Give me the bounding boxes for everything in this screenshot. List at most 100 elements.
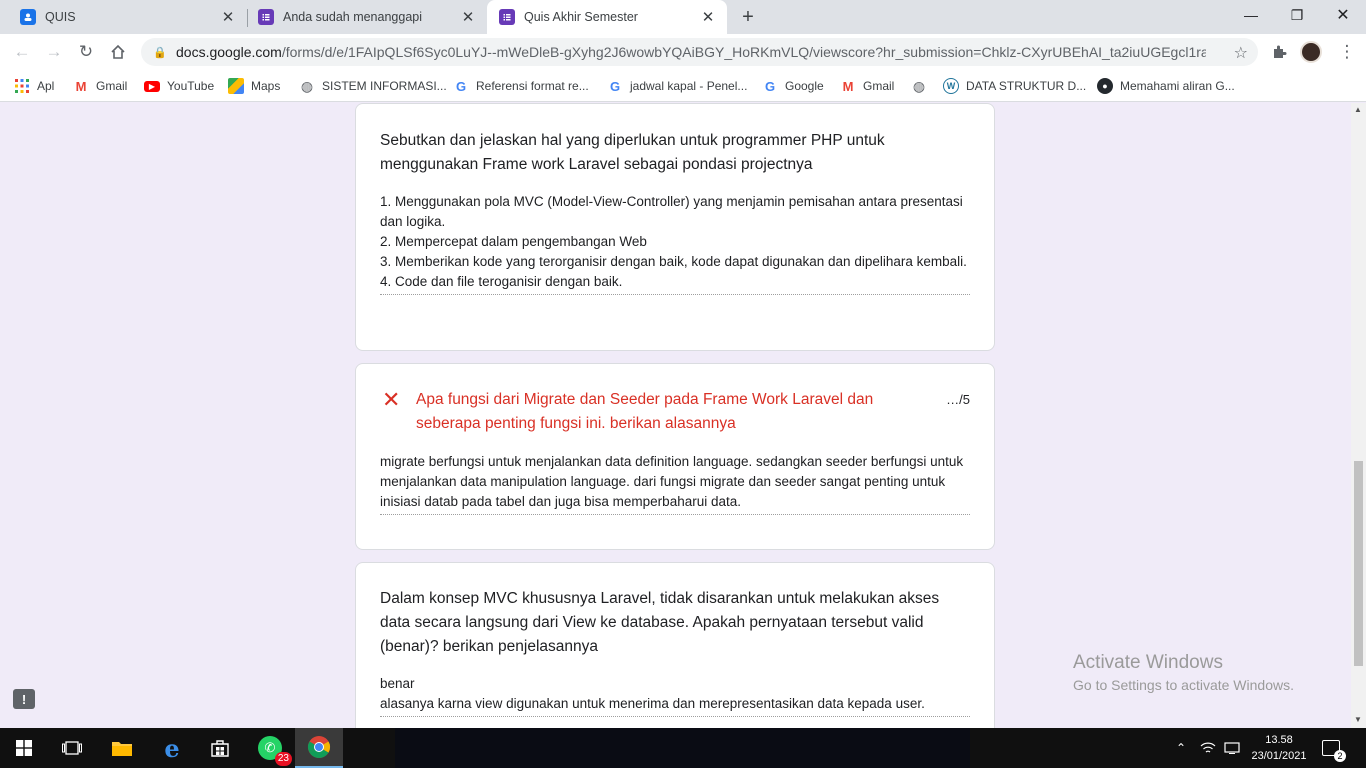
bookmark-label: YouTube bbox=[167, 79, 215, 93]
clock-date: 23/01/2021 bbox=[1251, 750, 1307, 762]
bookmark-label: jadwal kapal - Penel... bbox=[630, 79, 748, 93]
system-clock[interactable]: 13.58 23/01/2021 bbox=[1248, 732, 1310, 764]
bookmark-star-icon[interactable]: ☆ bbox=[1234, 43, 1248, 63]
github-icon: ● bbox=[1097, 78, 1113, 94]
edge-browser-icon[interactable]: e bbox=[148, 728, 196, 768]
bookmark-globe[interactable]: ◍ bbox=[911, 77, 934, 95]
answer-text: 1. Menggunakan pola MVC (Model-View-Cont… bbox=[380, 192, 970, 295]
question-title: Dalam konsep MVC khususnya Laravel, tida… bbox=[380, 590, 940, 655]
task-view-icon[interactable] bbox=[48, 728, 96, 768]
restore-button[interactable]: ❐ bbox=[1274, 0, 1320, 30]
bookmark-label: Gmail bbox=[96, 79, 128, 93]
microsoft-store-icon[interactable] bbox=[196, 728, 244, 768]
new-tab-button[interactable]: + bbox=[737, 6, 759, 28]
activate-windows-watermark: Activate Windows Go to Settings to activ… bbox=[1073, 652, 1294, 693]
tab-strip: QUIS ✕ Anda sudah menanggapi ✕ Quis Akhi… bbox=[0, 0, 1366, 34]
browser-toolbar: ← → ↻ 🔒 docs.google.com/forms/d/e/1FAIpQ… bbox=[0, 34, 1366, 70]
bookmark-label: SISTEM INFORMASI... bbox=[322, 79, 447, 93]
bookmark-label: Referensi format re... bbox=[476, 79, 589, 93]
whatsapp-badge: 23 bbox=[274, 752, 292, 766]
close-tab-icon[interactable]: ✕ bbox=[459, 8, 477, 26]
whatsapp-icon[interactable]: ✆ 23 bbox=[246, 728, 294, 768]
scrollbar-thumb[interactable] bbox=[1354, 461, 1363, 666]
tab-title: QUIS bbox=[45, 10, 76, 24]
question-card-3: Dalam konsep MVC khususnya Laravel, tida… bbox=[355, 562, 995, 728]
gmail-icon: M bbox=[75, 78, 87, 94]
bookmark-gmail[interactable]: M Gmail bbox=[73, 77, 128, 95]
network-icon[interactable] bbox=[1200, 728, 1216, 768]
close-tab-icon[interactable]: ✕ bbox=[699, 8, 717, 26]
bookmark-data-struktur[interactable]: W DATA STRUKTUR D... bbox=[943, 77, 1086, 95]
globe-icon: ◍ bbox=[300, 77, 314, 94]
back-button[interactable]: ← bbox=[11, 41, 33, 63]
address-bar[interactable]: 🔒 docs.google.com/forms/d/e/1FAIpQLSf6Sy… bbox=[141, 38, 1258, 66]
scroll-up-arrow[interactable]: ▲ bbox=[1354, 105, 1362, 114]
url-text: docs.google.com/forms/d/e/1FAIpQLSf6Syc0… bbox=[176, 44, 1206, 60]
reload-button[interactable]: ↻ bbox=[75, 41, 97, 63]
globe-icon: ◍ bbox=[912, 77, 926, 94]
profile-avatar[interactable] bbox=[1300, 41, 1322, 63]
answer-text: benar alasanya karna view digunakan untu… bbox=[380, 674, 970, 717]
tab-title: Quis Akhir Semester bbox=[524, 10, 638, 24]
question-card-2: ✕ Apa fungsi dari Migrate dan Seeder pad… bbox=[355, 363, 995, 550]
google-forms-icon bbox=[499, 9, 515, 25]
bookmark-label: Google bbox=[785, 79, 824, 93]
tab-title: Anda sudah menanggapi bbox=[283, 10, 423, 24]
bookmark-youtube[interactable]: ▶ YouTube bbox=[144, 77, 214, 95]
tab-quis[interactable]: QUIS ✕ bbox=[0, 0, 247, 34]
google-forms-icon bbox=[258, 9, 274, 25]
bookmark-sistem-informasi[interactable]: ◍ SISTEM INFORMASI... bbox=[299, 77, 447, 95]
score-label: …/5 bbox=[946, 392, 970, 407]
page-scrollbar[interactable]: ▲ ▼ bbox=[1351, 103, 1366, 728]
watermark-title: Activate Windows bbox=[1073, 652, 1223, 673]
lock-icon[interactable]: 🔒 bbox=[153, 46, 167, 59]
display-icon[interactable] bbox=[1224, 728, 1240, 768]
minimize-button[interactable]: — bbox=[1228, 0, 1274, 30]
close-window-button[interactable]: ✕ bbox=[1320, 0, 1366, 30]
windows-taskbar: e ✆ 23 ⌃ 13.58 23/01/2021 2 bbox=[0, 728, 1366, 768]
bookmark-referensi-format[interactable]: G Referensi format re... bbox=[453, 77, 589, 95]
bookmark-label: Apl bbox=[37, 79, 55, 93]
action-center-icon[interactable]: 2 bbox=[1322, 728, 1346, 768]
taskbar-background bbox=[395, 728, 970, 768]
feedback-icon[interactable]: ! bbox=[13, 689, 35, 709]
form-page: Sebutkan dan jelaskan hal yang diperluka… bbox=[0, 103, 1366, 728]
bookmark-google[interactable]: G Google bbox=[762, 77, 824, 95]
bookmark-memahami-aliran[interactable]: ● Memahami aliran G... bbox=[1097, 77, 1235, 95]
file-explorer-icon[interactable] bbox=[98, 728, 146, 768]
question-card-1: Sebutkan dan jelaskan hal yang diperluka… bbox=[355, 103, 995, 351]
bookmark-label: Maps bbox=[251, 79, 281, 93]
bookmarks-bar: Apl M Gmail ▶ YouTube Maps ◍ SISTEM INFO… bbox=[0, 70, 1366, 102]
extensions-icon[interactable] bbox=[1268, 41, 1290, 63]
bookmark-gmail-2[interactable]: M Gmail bbox=[840, 77, 895, 95]
bookmark-apl[interactable]: Apl bbox=[14, 77, 54, 95]
forward-button[interactable]: → bbox=[43, 41, 65, 63]
bookmark-maps[interactable]: Maps bbox=[228, 77, 280, 95]
google-icon: G bbox=[455, 78, 467, 94]
maps-icon bbox=[228, 78, 244, 94]
notification-count: 2 bbox=[1334, 750, 1346, 762]
google-icon: G bbox=[764, 78, 776, 94]
chrome-icon[interactable] bbox=[295, 728, 343, 768]
question-title: Sebutkan dan jelaskan hal yang diperluka… bbox=[380, 132, 885, 173]
question-title: Apa fungsi dari Migrate dan Seeder pada … bbox=[416, 391, 874, 432]
url-path: /forms/d/e/1FAIpQLSf6Syc0LuYJ--mWeDleB-g… bbox=[281, 44, 1206, 60]
incorrect-x-icon: ✕ bbox=[382, 387, 401, 412]
menu-kebab-icon[interactable]: ⋮ bbox=[1336, 41, 1358, 63]
bookmark-label: Gmail bbox=[863, 79, 895, 93]
tab-anda-sudah-menanggapi[interactable]: Anda sudah menanggapi ✕ bbox=[238, 0, 487, 34]
bookmark-jadwal-kapal[interactable]: G jadwal kapal - Penel... bbox=[607, 77, 747, 95]
gmail-icon: M bbox=[842, 78, 854, 94]
close-tab-icon[interactable]: ✕ bbox=[219, 8, 237, 26]
home-button[interactable] bbox=[107, 41, 129, 63]
answer-text: migrate berfungsi untuk menjalankan data… bbox=[380, 452, 970, 515]
tab-quis-akhir-semester[interactable]: Quis Akhir Semester ✕ bbox=[487, 0, 727, 34]
scroll-down-arrow[interactable]: ▼ bbox=[1354, 715, 1362, 724]
bookmark-label: DATA STRUKTUR D... bbox=[966, 79, 1087, 93]
show-hidden-icons[interactable]: ⌃ bbox=[1176, 728, 1186, 768]
google-classroom-icon bbox=[20, 9, 36, 25]
clock-time: 13.58 bbox=[1265, 734, 1293, 746]
bookmark-label: Memahami aliran G... bbox=[1120, 79, 1235, 93]
windows-start-icon[interactable] bbox=[0, 728, 48, 768]
google-icon: G bbox=[609, 78, 621, 94]
